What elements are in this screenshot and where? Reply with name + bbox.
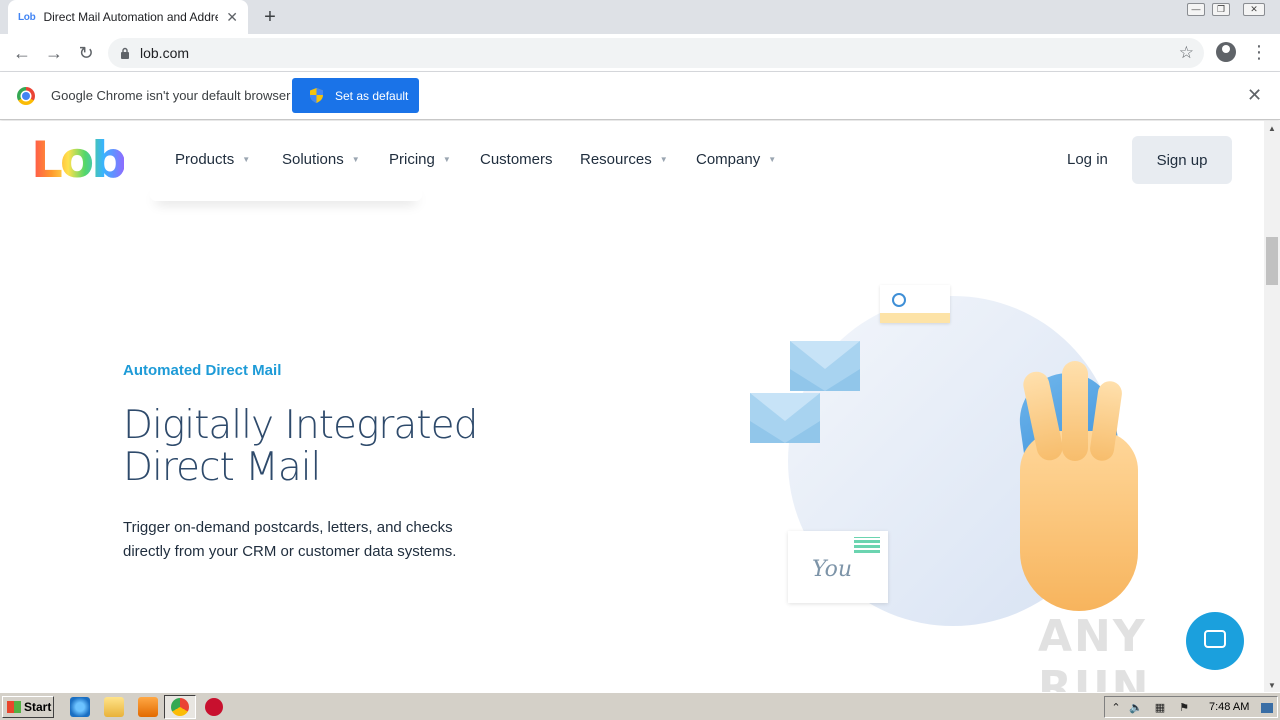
media-player-icon[interactable]: [138, 697, 158, 717]
chat-bubble-icon: [1204, 630, 1226, 648]
set-as-default-label: Set as default: [335, 88, 409, 103]
profile-avatar-icon[interactable]: [1216, 42, 1236, 62]
page-viewport: Lob Products ▼ Solutions ▼ Pricing ▼ Custom…: [0, 121, 1264, 692]
reload-icon[interactable]: ↻: [74, 41, 98, 65]
chrome-menu-icon[interactable]: ⋮: [1250, 42, 1268, 64]
forward-arrow-icon[interactable]: →: [42, 41, 66, 65]
back-arrow-icon[interactable]: ←: [10, 41, 34, 65]
caret-down-icon: ▼: [768, 155, 777, 164]
hand-image: [1020, 361, 1138, 611]
postcard-script: You: [812, 557, 853, 582]
chrome-icon: [171, 698, 189, 716]
address-bar[interactable]: lob.com ☆: [108, 38, 1204, 68]
volume-icon[interactable]: 🔈: [1129, 701, 1143, 715]
tab-strip: Lob Direct Mail Automation and Address ✕…: [0, 0, 1280, 34]
postcard-bottom-image: You: [788, 531, 888, 603]
nav-products[interactable]: Products ▼: [175, 151, 250, 168]
hero-headline-line2: Direct Mail: [123, 445, 321, 490]
caret-down-icon: ▼: [659, 155, 668, 164]
login-link[interactable]: Log in: [1067, 151, 1108, 168]
envelope-icon: [750, 393, 820, 443]
scrollbar-thumb[interactable]: [1266, 237, 1278, 285]
bookmark-star-icon[interactable]: ☆: [1179, 43, 1194, 63]
file-explorer-icon[interactable]: [104, 697, 124, 717]
new-tab-button[interactable]: +: [258, 6, 282, 28]
uac-shield-icon: [310, 88, 323, 103]
minimize-button[interactable]: —: [1183, 0, 1209, 18]
scroll-up-arrow-icon[interactable]: ▲: [1268, 124, 1276, 133]
chrome-taskbar-button[interactable]: [164, 695, 196, 719]
hero-headline: Digitally Integrated Direct Mail: [123, 405, 543, 489]
scroll-down-arrow-icon[interactable]: ▼: [1268, 681, 1276, 690]
page-scrollbar[interactable]: ▲ ▼: [1264, 121, 1280, 692]
lock-icon: [121, 47, 129, 59]
smiley-icon: [892, 293, 906, 307]
taskbar-clock[interactable]: 7:48 AM: [1209, 701, 1249, 713]
tab-title: Direct Mail Automation and Address: [43, 10, 219, 24]
set-as-default-button[interactable]: Set as default: [292, 78, 419, 113]
stamp-icon: [854, 537, 880, 553]
show-desktop-icon[interactable]: [1261, 703, 1273, 713]
start-button[interactable]: Start: [2, 696, 54, 718]
system-tray: ⌃ 🔈 ▦ ⚑ 7:48 AM: [1104, 696, 1278, 718]
internet-explorer-icon[interactable]: [70, 697, 90, 717]
windows-taskbar: Start ⌃ 🔈 ▦ ⚑ 7:48 AM: [0, 692, 1280, 720]
network-icon[interactable]: ▦: [1153, 701, 1167, 715]
envelope-icon: [790, 341, 860, 391]
caret-down-icon: ▼: [442, 155, 451, 164]
lob-favicon-icon: Lob: [18, 11, 36, 23]
tray-expand-icon[interactable]: ⌃: [1109, 701, 1123, 715]
tab-close-icon[interactable]: ✕: [226, 10, 238, 24]
restore-button[interactable]: ❐: [1208, 0, 1234, 18]
nav-resources[interactable]: Resources ▼: [580, 151, 668, 168]
chrome-logo-icon: [17, 87, 35, 105]
nav-solutions[interactable]: Solutions ▼: [282, 151, 360, 168]
hero-illustration: You: [740, 281, 1160, 641]
caret-down-icon: ▼: [351, 155, 360, 164]
hero-headline-line1: Digitally Integrated: [123, 403, 478, 448]
signup-button[interactable]: Sign up: [1132, 136, 1232, 184]
hero-subtext: Trigger on-demand postcards, letters, an…: [123, 519, 457, 560]
action-center-flag-icon[interactable]: ⚑: [1177, 701, 1191, 715]
hero-eyebrow: Automated Direct Mail: [123, 362, 282, 379]
infobar-close-icon[interactable]: ✕: [1247, 86, 1262, 104]
postcard-top-image: [880, 285, 950, 323]
caret-down-icon: ▼: [242, 155, 251, 164]
infobar-message: Google Chrome isn't your default browser: [51, 88, 291, 103]
browser-tab[interactable]: Lob Direct Mail Automation and Address ✕: [8, 0, 248, 34]
nav-pricing[interactable]: Pricing ▼: [389, 151, 451, 168]
windows-flag-icon: [7, 701, 21, 713]
nav-customers[interactable]: Customers: [480, 151, 553, 168]
window-close-button[interactable]: ✕: [1241, 0, 1267, 18]
url-text: lob.com: [140, 45, 190, 61]
lob-logo[interactable]: Lob: [31, 135, 127, 185]
chat-launcher-button[interactable]: [1186, 612, 1244, 670]
browser-toolbar: ← → ↻ lob.com ☆ ⋮: [0, 34, 1280, 72]
nav-dropdown-shadow: [150, 183, 422, 201]
default-browser-infobar: Google Chrome isn't your default browser…: [0, 72, 1280, 120]
nav-company[interactable]: Company ▼: [696, 151, 776, 168]
stop-icon[interactable]: [205, 698, 223, 716]
